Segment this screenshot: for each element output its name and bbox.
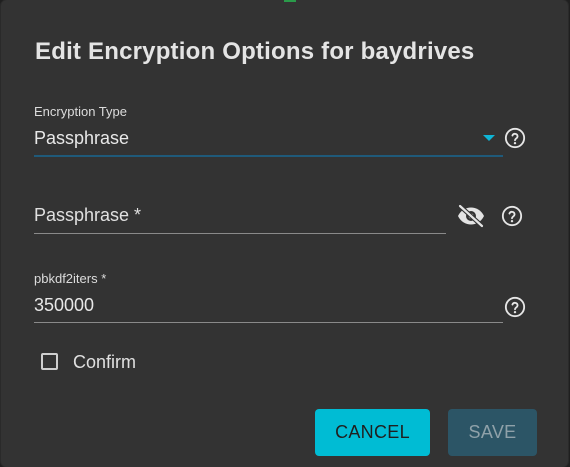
dialog-title: Edit Encryption Options for baydrives (35, 38, 475, 65)
pbkdf2iters-input[interactable]: 350000 (34, 295, 94, 316)
save-button[interactable]: SAVE (448, 409, 537, 456)
help-icon[interactable] (504, 296, 526, 318)
passphrase-input[interactable]: Passphrase * (34, 205, 141, 226)
pbkdf2iters-label: pbkdf2iters * (34, 271, 107, 286)
confirm-checkbox[interactable] (41, 353, 58, 370)
pbkdf2iters-underline (34, 322, 503, 323)
encryption-type-label: Encryption Type (34, 104, 127, 119)
help-icon[interactable] (501, 205, 523, 227)
cancel-button[interactable]: CANCEL (315, 409, 430, 456)
confirm-label[interactable]: Confirm (73, 352, 136, 373)
encryption-type-underline (34, 155, 503, 157)
help-icon[interactable] (504, 127, 526, 149)
encryption-options-dialog: Edit Encryption Options for baydrives En… (1, 0, 568, 467)
encryption-type-value[interactable]: Passphrase (34, 128, 129, 149)
dropdown-arrow-icon[interactable] (483, 135, 495, 141)
passphrase-underline (34, 233, 446, 234)
top-accent (284, 0, 296, 2)
visibility-off-icon[interactable] (456, 204, 486, 228)
